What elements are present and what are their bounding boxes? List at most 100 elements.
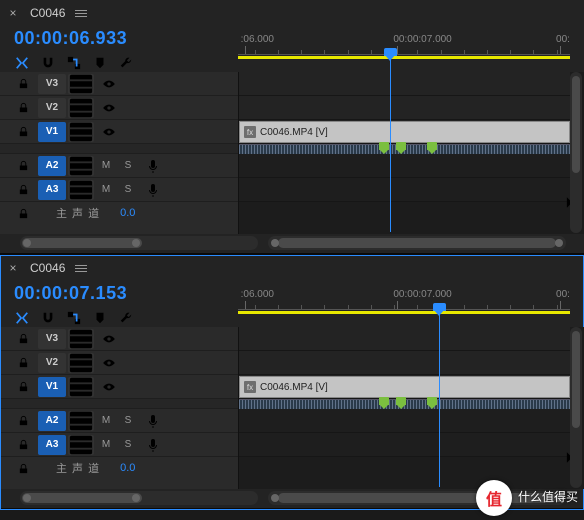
mute-button[interactable]: M	[96, 156, 116, 176]
marker-settings-icon[interactable]	[92, 310, 108, 326]
video-clip[interactable]: fx C0046.MP4 [V]	[239, 121, 570, 143]
marker-icon[interactable]	[396, 397, 406, 409]
sync-lock-icon[interactable]	[68, 180, 94, 200]
work-area-bar[interactable]	[238, 311, 570, 314]
close-icon[interactable]: ×	[6, 6, 20, 20]
track-toggle[interactable]: V2	[38, 353, 66, 373]
panel-menu-icon[interactable]	[73, 260, 89, 276]
solo-button[interactable]: S	[118, 156, 138, 176]
track-toggle[interactable]: V1	[38, 377, 66, 397]
marker-icon[interactable]	[427, 142, 437, 154]
track-toggle[interactable]: A3	[38, 435, 66, 455]
eye-icon[interactable]	[96, 329, 122, 349]
playhead[interactable]	[390, 48, 391, 232]
mic-icon[interactable]	[140, 435, 166, 455]
work-area-bar[interactable]	[238, 56, 570, 59]
audio-lane[interactable]	[239, 154, 570, 178]
vertical-scrollbar[interactable]	[570, 72, 582, 233]
track-content[interactable]: fx C0046.MP4 [V]	[238, 327, 584, 489]
lock-icon[interactable]	[10, 377, 36, 397]
solo-button[interactable]: S	[118, 435, 138, 455]
sync-lock-icon[interactable]	[68, 411, 94, 431]
sync-lock-icon[interactable]	[68, 435, 94, 455]
lock-icon[interactable]	[10, 353, 36, 373]
video-track-header[interactable]: V2	[0, 351, 238, 375]
video-track-header[interactable]: V1	[0, 120, 238, 144]
eye-icon[interactable]	[96, 377, 122, 397]
track-toggle[interactable]: V1	[38, 122, 66, 142]
wrench-icon[interactable]	[118, 55, 134, 71]
lock-icon[interactable]	[10, 98, 36, 118]
video-clip[interactable]: fx C0046.MP4 [V]	[239, 376, 570, 398]
sync-lock-icon[interactable]	[68, 98, 94, 118]
snap-icon[interactable]	[40, 310, 56, 326]
marker-icon[interactable]	[379, 397, 389, 409]
time-ruler[interactable]: :06.00000:00:07.00000:	[238, 26, 584, 72]
audio-lane[interactable]	[239, 409, 570, 433]
sync-lock-icon[interactable]	[68, 329, 94, 349]
video-track-header[interactable]: V3	[0, 72, 238, 96]
insert-icon[interactable]	[14, 55, 30, 71]
track-content[interactable]: fx C0046.MP4 [V]	[238, 72, 584, 234]
sync-lock-icon[interactable]	[68, 122, 94, 142]
mic-icon[interactable]	[140, 180, 166, 200]
audio-track-header[interactable]: A3 M S	[0, 178, 238, 202]
lock-icon[interactable]	[10, 74, 36, 94]
marker-settings-icon[interactable]	[92, 55, 108, 71]
track-toggle[interactable]: V3	[38, 74, 66, 94]
playhead-timecode[interactable]: 00:00:07.153	[14, 283, 228, 304]
lock-icon[interactable]	[10, 122, 36, 142]
solo-button[interactable]: S	[118, 180, 138, 200]
lock-icon[interactable]	[10, 156, 36, 176]
track-toggle[interactable]: V3	[38, 329, 66, 349]
video-track-header[interactable]: V1	[0, 375, 238, 399]
close-icon[interactable]: ×	[6, 261, 20, 275]
mute-button[interactable]: M	[96, 435, 116, 455]
video-lane[interactable]	[239, 351, 570, 375]
sequence-tab[interactable]: C0046	[20, 261, 73, 275]
insert-icon[interactable]	[14, 310, 30, 326]
video-track-header[interactable]: V3	[0, 327, 238, 351]
playhead[interactable]	[439, 303, 440, 487]
audio-track-header[interactable]: A3 M S	[0, 433, 238, 457]
video-lane[interactable]	[239, 72, 570, 96]
sequence-tab[interactable]: C0046	[20, 6, 73, 20]
eye-icon[interactable]	[96, 122, 122, 142]
video-track-header[interactable]: V2	[0, 96, 238, 120]
audio-track-header[interactable]: A2 M S	[0, 154, 238, 178]
mic-icon[interactable]	[140, 156, 166, 176]
solo-button[interactable]: S	[118, 411, 138, 431]
mute-button[interactable]: M	[96, 180, 116, 200]
lock-icon[interactable]	[10, 203, 36, 223]
track-height-scrollbar[interactable]	[20, 236, 258, 250]
lock-icon[interactable]	[10, 411, 36, 431]
playhead-timecode[interactable]: 00:00:06.933	[14, 28, 228, 49]
audio-lane[interactable]	[239, 433, 570, 457]
vertical-scrollbar[interactable]	[570, 327, 582, 488]
sync-lock-icon[interactable]	[68, 156, 94, 176]
eye-icon[interactable]	[96, 98, 122, 118]
linked-selection-icon[interactable]	[66, 55, 82, 71]
video-lane[interactable]	[239, 327, 570, 351]
wrench-icon[interactable]	[118, 310, 134, 326]
time-ruler[interactable]: :06.00000:00:07.00000:	[238, 281, 584, 327]
panel-menu-icon[interactable]	[73, 5, 89, 21]
sync-lock-icon[interactable]	[68, 353, 94, 373]
marker-icon[interactable]	[396, 142, 406, 154]
eye-icon[interactable]	[96, 74, 122, 94]
audio-track-header[interactable]: A2 M S	[0, 409, 238, 433]
lock-icon[interactable]	[10, 435, 36, 455]
audio-lane[interactable]	[239, 178, 570, 202]
marker-icon[interactable]	[379, 142, 389, 154]
sync-lock-icon[interactable]	[68, 377, 94, 397]
eye-icon[interactable]	[96, 353, 122, 373]
lock-icon[interactable]	[10, 329, 36, 349]
linked-selection-icon[interactable]	[66, 310, 82, 326]
track-toggle[interactable]: A3	[38, 180, 66, 200]
track-toggle[interactable]: A2	[38, 411, 66, 431]
lock-icon[interactable]	[10, 180, 36, 200]
snap-icon[interactable]	[40, 55, 56, 71]
video-lane[interactable]	[239, 96, 570, 120]
track-toggle[interactable]: V2	[38, 98, 66, 118]
lock-icon[interactable]	[10, 458, 36, 478]
